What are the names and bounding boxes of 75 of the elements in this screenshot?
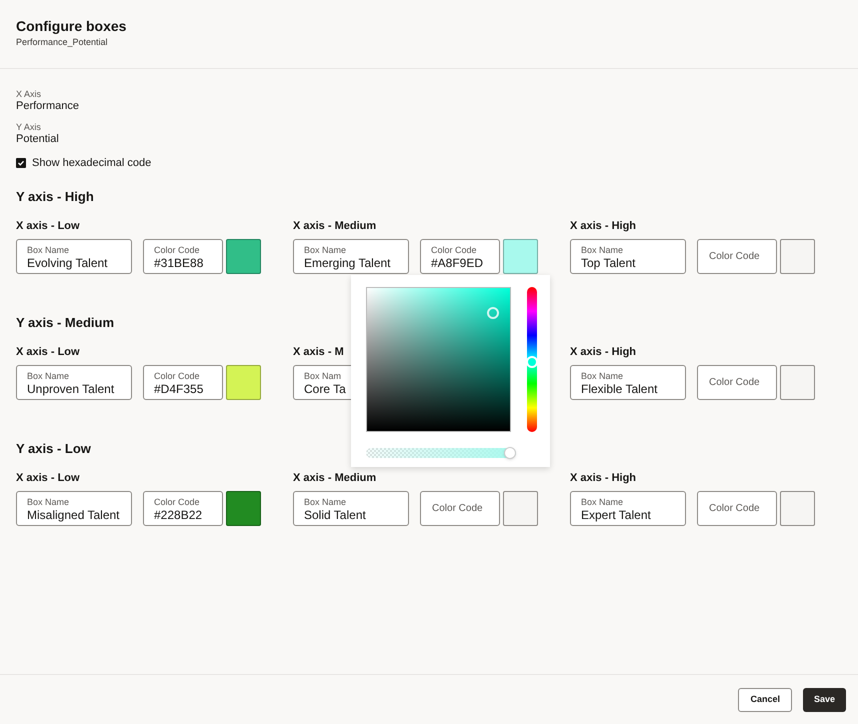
checkbox[interactable]: [16, 158, 26, 168]
column-heading: X axis - Low: [16, 218, 81, 232]
field-label: Box Name: [27, 496, 70, 508]
color-code-field[interactable]: Color Code #A8F9ED: [420, 238, 500, 274]
field-label: Box Nam: [304, 370, 342, 382]
hue-thumb[interactable]: [526, 356, 538, 368]
axis-label: X Axis: [16, 89, 42, 99]
field-value: Top Talent: [581, 256, 636, 270]
field-label: Box Name: [304, 496, 346, 508]
column-heading: X axis - Low: [16, 344, 81, 358]
alpha-thumb[interactable]: [504, 446, 516, 458]
field-value: Emerging Talent: [304, 256, 390, 270]
column-heading: X axis - High: [570, 344, 638, 358]
alpha-slider[interactable]: [366, 446, 516, 458]
checkmark-icon: [17, 159, 25, 168]
color-code-field[interactable]: Color Code #D4F355: [143, 364, 223, 400]
box-name-field[interactable]: Box Name Solid Talent: [293, 490, 409, 526]
column-heading: X axis - Medium: [293, 470, 378, 484]
field-label: Box Name: [581, 244, 624, 256]
saturation-area[interactable]: [366, 286, 511, 432]
color-swatch[interactable]: [503, 490, 538, 526]
field-value: #228B22: [154, 508, 202, 522]
axis-value: Potential: [16, 132, 60, 147]
field-label: Box Name: [304, 244, 346, 256]
color-code-field[interactable]: Color Code: [697, 364, 777, 400]
show-hex-checkbox[interactable]: Show hexadecimal code: [16, 155, 842, 172]
column-heading: X axis - M: [293, 344, 345, 358]
color-code-field[interactable]: Color Code: [697, 238, 777, 274]
box-name-field[interactable]: Box Name Flexible Talent: [570, 364, 686, 400]
section-heading: Y axis - Low: [16, 440, 91, 458]
field-value: Solid Talent: [304, 508, 366, 522]
box-name-field[interactable]: Box Name Misaligned Talent: [16, 490, 132, 526]
dialog-title: Configure boxes: [16, 17, 128, 35]
save-button[interactable]: Save: [802, 688, 846, 712]
box-name-field[interactable]: Box Name Emerging Talent: [293, 238, 409, 274]
field-label: Color Code: [154, 370, 200, 382]
hue-slider[interactable]: [526, 286, 538, 432]
column-heading: X axis - High: [570, 218, 638, 232]
saturation-thumb[interactable]: [486, 307, 499, 320]
color-code-field[interactable]: Color Code: [697, 490, 777, 526]
field-label: Color Code: [154, 496, 200, 508]
color-code-field[interactable]: Color Code: [420, 490, 500, 526]
field-label: Box Name: [581, 370, 624, 382]
axis-label: Y Axis: [16, 122, 42, 132]
axis-value: Performance: [16, 99, 80, 114]
color-swatch[interactable]: [780, 238, 815, 274]
column-heading: X axis - High: [570, 470, 638, 484]
field-value: #A8F9ED: [431, 256, 484, 270]
color-swatch[interactable]: [780, 490, 815, 526]
field-value: Misaligned Talent: [27, 508, 120, 522]
field-value: #D4F355: [154, 382, 204, 396]
field-label: Box Name: [581, 496, 624, 508]
field-label: Box Name: [27, 370, 70, 382]
color-code-field[interactable]: Color Code #228B22: [143, 490, 223, 526]
column-heading: X axis - Medium: [293, 218, 378, 232]
dialog-subtitle: Performance_Potential: [16, 36, 109, 49]
field-value: Core Ta: [304, 382, 346, 396]
field-value: Unproven Talent: [27, 382, 114, 396]
box-name-field[interactable]: Box Name Top Talent: [570, 238, 686, 274]
field-value: Flexible Talent: [581, 382, 658, 396]
field-value: #31BE88: [154, 256, 204, 270]
field-label: Box Name: [27, 244, 70, 256]
field-label: Color Code: [154, 244, 200, 256]
field-value: Expert Talent: [581, 508, 651, 522]
color-code-field[interactable]: Color Code #31BE88: [143, 238, 223, 274]
box-name-field[interactable]: Box Name Expert Talent: [570, 490, 686, 526]
cancel-button[interactable]: Cancel: [738, 688, 792, 712]
section-heading: Y axis - High: [16, 188, 94, 206]
box-name-field[interactable]: Box Name Evolving Talent: [16, 238, 132, 274]
color-swatch[interactable]: [780, 364, 815, 400]
section-heading: Y axis - Medium: [16, 314, 114, 332]
field-value: Evolving Talent: [27, 256, 108, 270]
field-label: Color Code: [431, 244, 477, 256]
column-heading: X axis - Low: [16, 470, 81, 484]
box-name-field[interactable]: Box Name Unproven Talent: [16, 364, 132, 400]
